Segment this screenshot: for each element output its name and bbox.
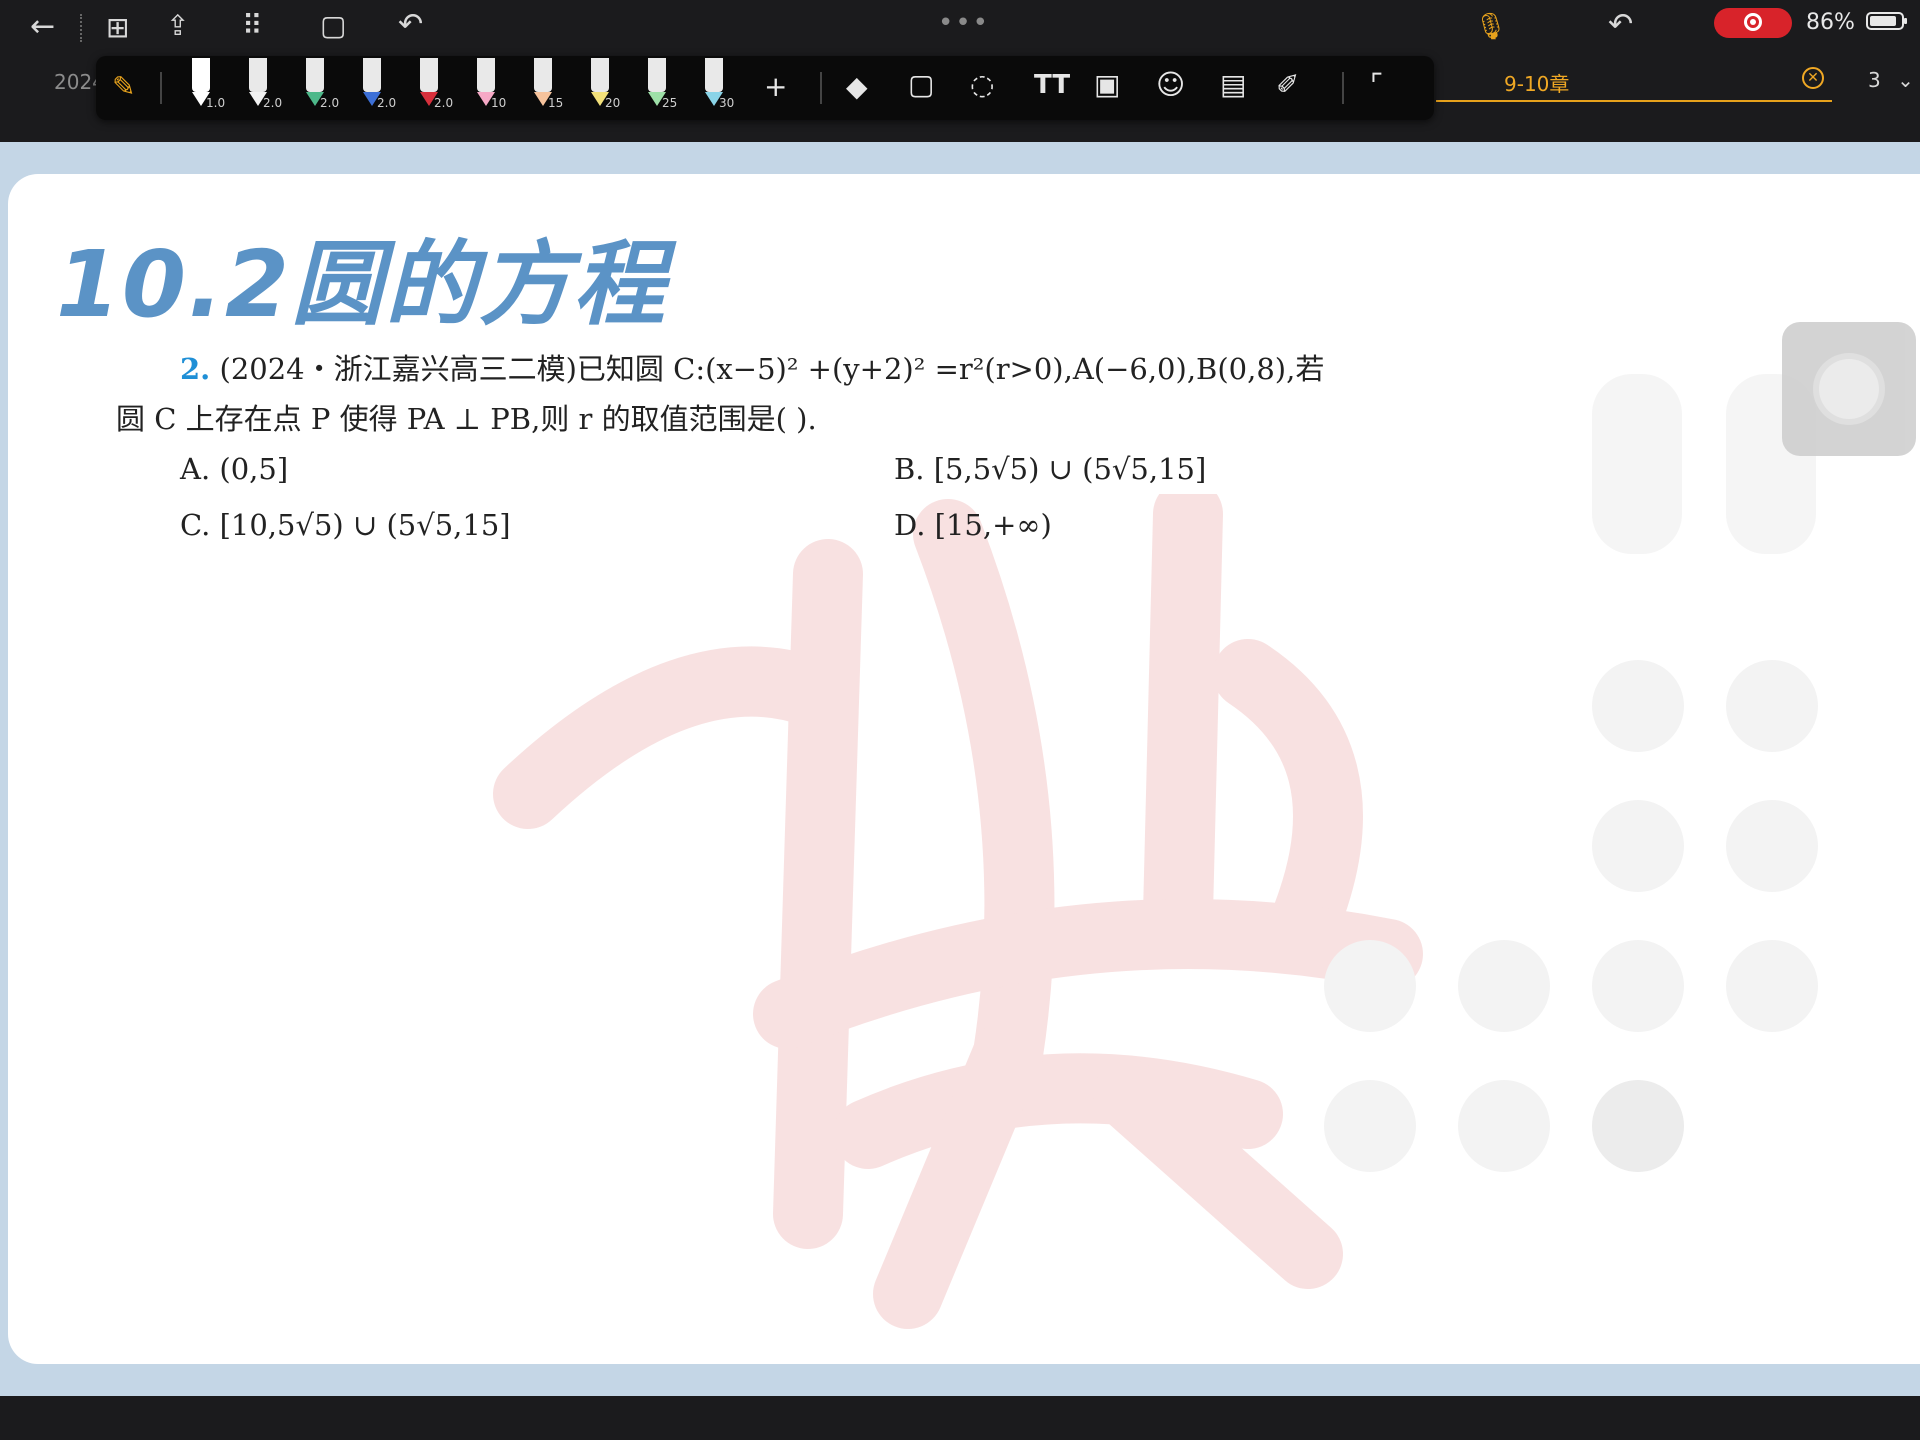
ghost-control <box>1592 800 1684 892</box>
record-icon <box>1744 13 1762 31</box>
pen-size-label: 1.0 <box>206 96 226 110</box>
comment-icon[interactable]: ▤ <box>1220 68 1246 132</box>
pen-preset-4[interactable]: 2.0 <box>355 58 397 118</box>
battery-percent: 86% <box>1806 10 1855 35</box>
pen-size-label: 2.0 <box>263 96 283 110</box>
pen-toolbar: ✎ 1.0 2.0 2.0 2.0 2.0 10 15 20 25 30 + ◆ ▢ ◌ TT ▣… <box>96 56 1434 120</box>
question-line-1: 2. (2024・浙江嘉兴高三二模)已知圆 C:(x−5)² +(y+2)² =… <box>180 346 1324 388</box>
pen-body <box>420 58 438 92</box>
ghost-control <box>1726 660 1818 752</box>
toolbar-divider <box>160 72 162 104</box>
ghost-control <box>1458 1080 1550 1172</box>
pen-preset-6[interactable]: 10 <box>469 58 509 118</box>
lasso-icon[interactable]: ◌ <box>970 68 994 132</box>
battery-icon <box>1866 12 1907 30</box>
divider <box>80 14 84 42</box>
undo-icon[interactable]: ↶ <box>398 10 423 40</box>
shape-rectangle-icon[interactable]: ▢ <box>908 68 934 132</box>
toolbar-divider <box>820 72 822 104</box>
toolbar-divider <box>1342 72 1344 104</box>
microphone-icon[interactable]: 🎙 <box>1474 14 1507 40</box>
pen-preset-2[interactable]: 2.0 <box>241 58 283 118</box>
crop-icon[interactable]: ⌜ <box>1370 68 1383 132</box>
pen-size-label: 25 <box>662 96 678 110</box>
pen-body <box>648 58 666 92</box>
text-tool-icon[interactable]: TT <box>1034 70 1070 134</box>
assistive-touch-icon <box>1819 359 1879 419</box>
pencil-settings-icon[interactable]: ✎ <box>112 70 135 134</box>
pen-size-label: 2.0 <box>377 96 397 110</box>
apps-dots-icon[interactable]: ⠿ <box>242 12 262 40</box>
system-top-bar: ← ⊞ ⇪ ⠿ ▢ ↶ ••• 🎙 ↶ 86% <box>0 0 1920 58</box>
eraser-icon[interactable]: ◆ <box>846 70 868 134</box>
close-tab-icon[interactable]: ✕ <box>1802 67 1824 89</box>
image-icon[interactable]: ▣ <box>1094 68 1120 132</box>
pen-body <box>249 58 267 92</box>
ghost-control <box>1592 660 1684 752</box>
tab-active[interactable]: 9-10章 ✕ <box>1436 58 1832 102</box>
layers-hide-icon[interactable]: ▢ <box>320 12 346 40</box>
pen-body <box>363 58 381 92</box>
pen-size-label: 2.0 <box>434 96 454 110</box>
add-pen-button[interactable]: + <box>764 70 787 134</box>
pen-body <box>534 58 552 92</box>
option-d[interactable]: D. [15,+∞) <box>894 508 1052 542</box>
watermark-brush-icon <box>493 494 1423 1329</box>
pen-size-label: 20 <box>605 96 621 110</box>
ghost-control <box>1324 940 1416 1032</box>
ghost-control <box>1458 940 1550 1032</box>
pen-preset-5[interactable]: 2.0 <box>412 58 454 118</box>
ghost-control <box>1726 940 1818 1032</box>
pen-size-label: 30 <box>719 96 735 110</box>
pen-body <box>477 58 495 92</box>
pen-preset-1[interactable]: 1.0 <box>184 58 226 118</box>
pen-preset-3[interactable]: 2.0 <box>298 58 340 118</box>
ghost-control <box>1726 800 1818 892</box>
ghost-control <box>1592 940 1684 1032</box>
ghost-slider <box>1592 374 1682 554</box>
screen-recording-indicator[interactable] <box>1714 8 1792 38</box>
ghost-control <box>1324 1080 1416 1172</box>
ghost-control <box>1592 1080 1684 1172</box>
pen-size-label: 10 <box>491 96 507 110</box>
pen-preset-8[interactable]: 20 <box>583 58 623 118</box>
assistive-touch-button[interactable] <box>1782 322 1916 456</box>
question-number: 2. <box>180 352 211 386</box>
question-text-1: (2024・浙江嘉兴高三二模)已知圆 C:(x−5)² +(y+2)² =r²(… <box>219 352 1325 386</box>
more-dots-icon[interactable]: ••• <box>938 8 990 38</box>
document-page[interactable]: 10.2圆的方程 2. (2024・浙江嘉兴高三二模)已知圆 C:(x−5)² … <box>8 174 1920 1364</box>
option-c[interactable]: C. [10,5√5) ∪ (5√5,15] <box>180 508 511 542</box>
canvas-area: 10.2圆的方程 2. (2024・浙江嘉兴高三二模)已知圆 C:(x−5)² … <box>0 142 1920 1396</box>
tab-active-label: 9-10章 <box>1504 72 1570 96</box>
pen-size-label: 2.0 <box>320 96 340 110</box>
pen-body <box>705 58 723 92</box>
page-count: 3 <box>1868 68 1881 92</box>
pen-body <box>306 58 324 92</box>
pen-preset-9[interactable]: 25 <box>640 58 680 118</box>
sticker-icon[interactable]: ☺ <box>1156 68 1185 132</box>
laser-pointer-icon[interactable]: ✐ <box>1276 68 1299 132</box>
pen-preset-7[interactable]: 15 <box>526 58 566 118</box>
pen-size-label: 15 <box>548 96 564 110</box>
option-b[interactable]: B. [5,5√5) ∪ (5√5,15] <box>894 452 1206 486</box>
option-a[interactable]: A. (0,5] <box>180 452 288 486</box>
chevron-down-icon: ⌄ <box>1897 68 1914 92</box>
export-icon[interactable]: ⇪ <box>166 12 189 40</box>
page-selector[interactable]: 3 ⌄ <box>1868 68 1914 92</box>
question-line-2: 圆 C 上存在点 P 使得 PA ⊥ PB,则 r 的取值范围是( ). <box>116 402 817 436</box>
bottom-bar <box>0 1396 1920 1440</box>
pen-preset-10[interactable]: 30 <box>697 58 737 118</box>
section-title: 10.2圆的方程 <box>56 231 667 338</box>
back-arrow-icon[interactable]: ← <box>30 12 55 42</box>
pen-body <box>591 58 609 92</box>
pen-body <box>192 58 210 92</box>
redo-icon[interactable]: ↶ <box>1608 10 1633 40</box>
grid-view-icon[interactable]: ⊞ <box>106 14 129 42</box>
